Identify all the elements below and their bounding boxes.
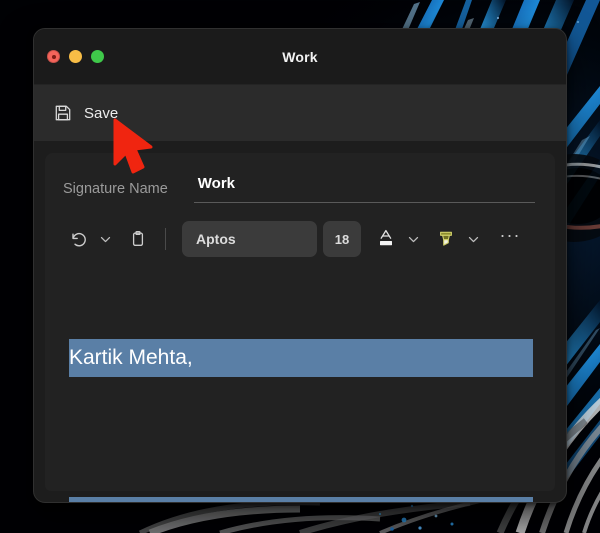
font-size-input[interactable]: 18 [323, 221, 361, 257]
toolbar-divider [165, 228, 166, 250]
undo-icon [68, 229, 88, 249]
window-controls [47, 50, 104, 63]
font-color-dropdown-button[interactable] [403, 224, 423, 254]
font-color-button[interactable] [369, 224, 403, 254]
save-button[interactable]: Save [52, 100, 126, 126]
font-name-input[interactable]: Aptos [182, 221, 317, 257]
chevron-down-icon [467, 233, 480, 246]
signature-name-row: Signature Name Work [45, 153, 555, 203]
signature-line-text: Solution Architect, [69, 497, 533, 502]
app-window: Work Save Signature Name Work Aptos 18 ·… [33, 28, 567, 503]
window-title: Work [282, 48, 318, 65]
floppy-disk-icon [54, 104, 72, 122]
font-name-value: Aptos [196, 231, 236, 247]
highlighter-icon [436, 228, 456, 250]
chevron-down-icon [407, 233, 420, 246]
font-size-value: 18 [334, 231, 350, 247]
maximize-button[interactable] [91, 50, 104, 63]
save-toolbar: Save [34, 85, 566, 141]
font-color-icon [376, 228, 396, 250]
signature-editor-panel: Signature Name Work Aptos 18 ··· Kartik … [45, 153, 555, 502]
ellipsis-icon: ··· [499, 225, 521, 245]
signature-name-input[interactable]: Work [193, 175, 535, 203]
formatting-toolbar: Aptos 18 ··· [45, 203, 555, 257]
signature-name-value: Work [197, 175, 236, 192]
text-highlight-dropdown-button[interactable] [463, 224, 483, 254]
save-button-label: Save [84, 104, 119, 122]
signature-line: Kartik Mehta, [69, 279, 555, 437]
window-titlebar: Work [34, 29, 566, 85]
paste-button[interactable] [121, 224, 155, 254]
chevron-down-icon [99, 233, 112, 246]
clipboard-icon [129, 230, 147, 248]
close-button[interactable] [47, 50, 60, 63]
desktop: Work Save Signature Name Work Aptos 18 ·… [0, 0, 600, 533]
more-options-button[interactable]: ··· [493, 224, 527, 254]
signature-line-text: Kartik Mehta, [69, 339, 533, 377]
signature-line: Solution Architect, [69, 437, 555, 502]
minimize-button[interactable] [69, 50, 82, 63]
text-highlight-button[interactable] [429, 224, 463, 254]
signature-name-label: Signature Name [63, 181, 168, 197]
undo-button[interactable] [61, 224, 95, 254]
undo-dropdown-button[interactable] [95, 224, 115, 254]
signature-body-editor[interactable]: Kartik Mehta, Solution Architect, End Us… [45, 257, 555, 502]
